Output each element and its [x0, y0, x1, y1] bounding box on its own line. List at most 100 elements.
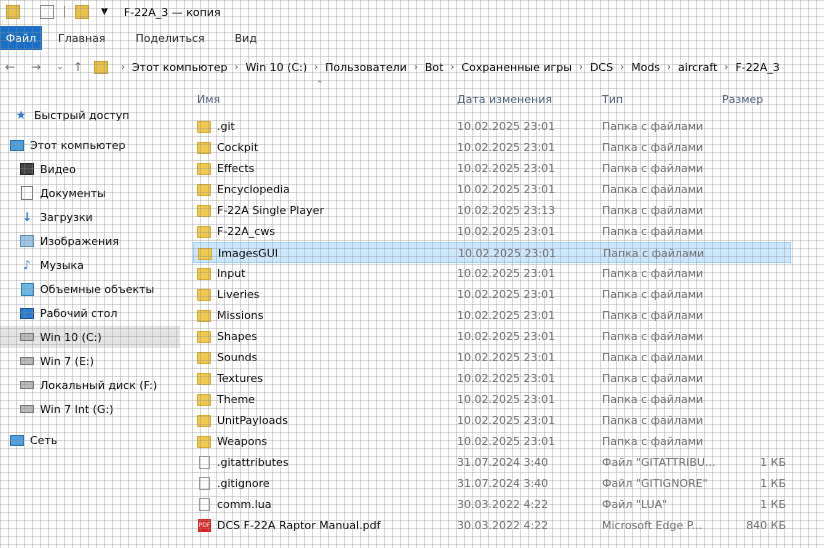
column-header-size[interactable]: Размер [722, 90, 763, 108]
file-type: Файл "GITATTRIBU... [602, 456, 716, 469]
file-size [713, 410, 786, 431]
file-row-effects[interactable]: Effects 10.02.2025 23:01 Папка с файлами [193, 158, 791, 179]
tab-home[interactable]: Главная [58, 26, 106, 50]
sidebar-item-drive-e[interactable]: Win 7 (E:) [0, 350, 180, 372]
folder-icon [197, 162, 211, 175]
chevron-right-icon[interactable]: › [620, 62, 624, 73]
3d-objects-icon [20, 282, 34, 296]
video-icon [20, 163, 34, 175]
folder-icon [197, 141, 211, 154]
file-size [713, 368, 786, 389]
file-date: 10.02.2025 23:01 [457, 183, 556, 196]
chevron-right-icon[interactable]: › [450, 62, 454, 73]
sidebar-item-pictures[interactable]: Изображения [0, 230, 180, 252]
up-arrow-icon[interactable]: ↑ [70, 60, 86, 74]
sidebar-item-label: Загрузки [40, 210, 93, 224]
file-row-git[interactable]: .git 10.02.2025 23:01 Папка с файлами [193, 116, 791, 137]
sidebar-item-quick-access[interactable]: ★ Быстрый доступ [0, 104, 180, 126]
chevron-right-icon[interactable]: › [121, 62, 125, 73]
file-row-shapes[interactable]: Shapes 10.02.2025 23:01 Папка с файлами [193, 326, 791, 347]
folder-icon [197, 183, 211, 196]
breadcrumb-item[interactable]: Этот компьютер [132, 61, 228, 74]
navigation-pane: ★ Быстрый доступ Этот компьютер Видео До… [0, 100, 180, 548]
breadcrumb-item[interactable]: Bot [425, 61, 444, 74]
file-row-gitattributes[interactable]: .gitattributes 31.07.2024 3:40 Файл "GIT… [193, 452, 791, 473]
sidebar-item-network[interactable]: Сеть [0, 429, 180, 451]
breadcrumb-item[interactable]: Win 10 (C:) [246, 61, 308, 74]
file-icon [199, 456, 210, 469]
sidebar-item-desktop[interactable]: Рабочий стол [0, 302, 180, 324]
breadcrumb-item[interactable]: F-22A_3 [735, 61, 779, 74]
file-size: 1 КБ [760, 456, 786, 469]
file-type: Папка с файлами [602, 288, 704, 301]
file-row-cockpit[interactable]: Cockpit 10.02.2025 23:01 Папка с файлами [193, 137, 791, 158]
folder-icon [197, 393, 211, 406]
breadcrumb-item[interactable]: DCS [590, 61, 613, 74]
chevron-right-icon[interactable]: › [314, 62, 318, 73]
file-row-unitpayloads[interactable]: UnitPayloads 10.02.2025 23:01 Папка с фа… [193, 410, 791, 431]
file-row-missions[interactable]: Missions 10.02.2025 23:01 Папка с файлам… [193, 305, 791, 326]
back-arrow-icon[interactable]: ← [2, 60, 18, 74]
file-row-textures[interactable]: Textures 10.02.2025 23:01 Папка с файлам… [193, 368, 791, 389]
column-header-date[interactable]: Дата изменения [457, 90, 552, 108]
sidebar-item-documents[interactable]: Документы [0, 182, 180, 204]
tab-view[interactable]: Вид [235, 26, 257, 50]
column-header-name[interactable]: Имя [197, 90, 220, 108]
new-folder-icon[interactable] [75, 5, 89, 19]
sidebar-item-this-pc[interactable]: Этот компьютер [0, 134, 180, 156]
sidebar-item-drive-c[interactable]: Win 10 (C:) [0, 326, 180, 348]
folder-icon [197, 435, 211, 448]
sidebar-item-label: Win 7 (E:) [40, 354, 94, 368]
file-row-weapons[interactable]: Weapons 10.02.2025 23:01 Папка с файлами [193, 431, 791, 452]
chevron-right-icon[interactable]: › [724, 62, 728, 73]
file-row-single-player[interactable]: F-22A Single Player 10.02.2025 23:13 Пап… [193, 200, 791, 221]
network-icon [10, 434, 24, 446]
chevron-right-icon[interactable]: › [235, 62, 239, 73]
file-name: Shapes [217, 330, 258, 343]
sidebar-item-music[interactable]: ♪ Музыка [0, 254, 180, 276]
sidebar-item-label: Win 10 (C:) [40, 330, 102, 344]
file-row-comm-lua[interactable]: comm.lua 30.03.2022 4:22 Файл "LUA" 1 КБ [193, 494, 791, 515]
navigation-bar: ← → ⌄ ↑ › Этот компьютер › Win 10 (C:) ›… [0, 56, 824, 78]
breadcrumb-item[interactable]: aircraft [678, 61, 717, 74]
file-row-imagesgui[interactable]: ImagesGUI 10.02.2025 23:01 Папка с файла… [193, 242, 791, 263]
sidebar-item-downloads[interactable]: ↓ Загрузки [0, 206, 180, 228]
file-date: 10.02.2025 23:01 [457, 372, 556, 385]
tab-share[interactable]: Поделиться [136, 26, 205, 50]
column-header-type[interactable]: Тип [602, 90, 623, 108]
chevron-right-icon[interactable]: › [579, 62, 583, 73]
forward-arrow-icon[interactable]: → [28, 60, 44, 74]
file-type: Папка с файлами [602, 435, 704, 448]
chevron-right-icon[interactable]: › [414, 62, 418, 73]
sidebar-item-drive-g[interactable]: Win 7 Int (G:) [0, 398, 180, 420]
file-row-manual-pdf[interactable]: PDF DCS F-22A Raptor Manual.pdf 30.03.202… [193, 515, 791, 536]
file-size: 840 КБ [746, 519, 786, 532]
breadcrumb-item[interactable]: Mods [631, 61, 660, 74]
title-bar: ▼ F-22A_3 — копия [0, 0, 824, 24]
file-row-cws[interactable]: F-22A_cws 10.02.2025 23:01 Папка с файла… [193, 221, 791, 242]
pictures-icon [20, 235, 34, 247]
file-type: Папка с файлами [602, 309, 704, 322]
file-row-liveries[interactable]: Liveries 10.02.2025 23:01 Папка с файлам… [193, 284, 791, 305]
chevron-right-icon[interactable]: › [667, 62, 671, 73]
sidebar-item-video[interactable]: Видео [0, 158, 180, 180]
file-row-theme[interactable]: Theme 10.02.2025 23:01 Папка с файлами [193, 389, 791, 410]
file-type: Папка с файлами [602, 414, 704, 427]
sidebar-item-3d-objects[interactable]: Объемные объекты [0, 278, 180, 300]
recent-dropdown-icon[interactable]: ⌄ [52, 62, 68, 72]
file-size: 1 КБ [760, 477, 786, 490]
tab-file[interactable]: Файл [0, 26, 42, 50]
chevron-down-icon[interactable]: ▼ [101, 7, 108, 17]
file-name: Sounds [217, 351, 258, 364]
properties-icon[interactable] [40, 5, 54, 19]
breadcrumb-item[interactable]: Сохраненные игры [461, 61, 572, 74]
file-row-encyclopedia[interactable]: Encyclopedia 10.02.2025 23:01 Папка с фа… [193, 179, 791, 200]
file-row-gitignore[interactable]: .gitignore 31.07.2024 3:40 Файл "GITIGNO… [193, 473, 791, 494]
file-date: 10.02.2025 23:01 [457, 162, 556, 175]
file-row-input[interactable]: Input 10.02.2025 23:01 Папка с файлами [193, 263, 791, 284]
file-date: 10.02.2025 23:01 [457, 267, 556, 280]
breadcrumb-item[interactable]: Пользователи [325, 61, 407, 74]
sidebar-item-drive-f[interactable]: Локальный диск (F:) [0, 374, 180, 396]
file-type: Файл "LUA" [602, 498, 668, 511]
file-row-sounds[interactable]: Sounds 10.02.2025 23:01 Папка с файлами [193, 347, 791, 368]
